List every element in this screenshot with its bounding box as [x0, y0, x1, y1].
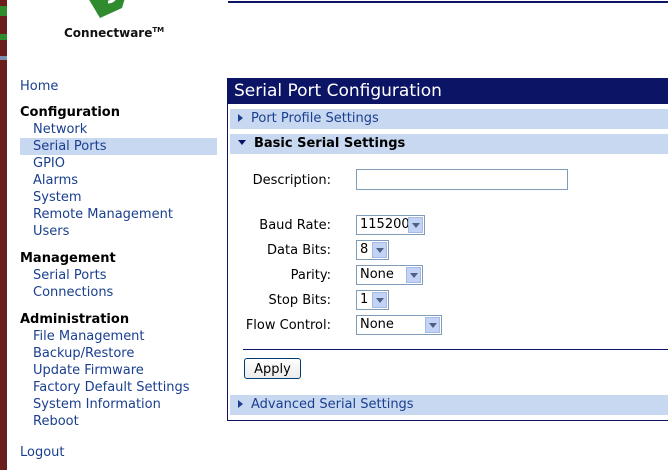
collapse-arrow-icon [238, 140, 246, 145]
chevron-down-icon [406, 267, 421, 283]
chevron-down-icon [408, 217, 423, 233]
nav-item-connections[interactable]: Connections [20, 284, 220, 301]
left-edge-strip [0, 0, 7, 470]
description-label: Description: [252, 173, 331, 188]
nav-item-factory-default[interactable]: Factory Default Settings [20, 379, 220, 396]
expand-arrow-icon [238, 400, 243, 408]
nav-item-file-management[interactable]: File Management [20, 328, 220, 345]
section-basic-serial[interactable]: Basic Serial Settings [230, 134, 668, 154]
flow-control-select[interactable]: None [356, 315, 442, 335]
nav-item-backup-restore[interactable]: Backup/Restore [20, 345, 220, 362]
strip-accent [0, 6, 7, 16]
strip-accent [0, 56, 7, 60]
section-port-profile[interactable]: Port Profile Settings [230, 109, 668, 129]
section-advanced-serial[interactable]: Advanced Serial Settings [230, 395, 668, 415]
expand-arrow-icon [238, 114, 243, 122]
strip-accent [0, 34, 7, 40]
nav-logout[interactable]: Logout [20, 444, 220, 461]
form-divider [243, 349, 668, 350]
brand-name: ConnectwareTM [64, 26, 165, 40]
nav-item-system[interactable]: System [20, 189, 220, 206]
sidebar-nav: Home Configuration Network Serial Ports … [20, 78, 220, 461]
nav-home[interactable]: Home [20, 78, 220, 95]
nav-item-alarms[interactable]: Alarms [20, 172, 220, 189]
chevron-down-icon [372, 292, 387, 308]
nav-group-administration: Administration [20, 312, 130, 327]
nav-item-users[interactable]: Users [20, 223, 220, 240]
flow-control-label: Flow Control: [245, 318, 331, 333]
parity-label: Parity: [290, 268, 331, 283]
baud-rate-select[interactable]: 115200 [356, 215, 425, 235]
nav-item-remote-management[interactable]: Remote Management [20, 206, 220, 223]
nav-item-system-information[interactable]: System Information [20, 396, 220, 413]
nav-item-mgmt-serial-ports[interactable]: Serial Ports [20, 267, 220, 284]
nav-item-update-firmware[interactable]: Update Firmware [20, 362, 220, 379]
chevron-down-icon [425, 317, 440, 333]
nav-item-gpio[interactable]: GPIO [20, 155, 220, 172]
description-input[interactable] [356, 169, 568, 190]
apply-button[interactable]: Apply [244, 358, 301, 379]
logo: ConnectwareTM [60, 0, 180, 50]
data-bits-select[interactable]: 8 [356, 240, 389, 260]
nav-group-configuration: Configuration [20, 105, 120, 120]
digi-logo-icon [89, 0, 125, 18]
parity-select[interactable]: None [356, 265, 423, 285]
nav-group-management: Management [20, 251, 116, 266]
top-rule [228, 1, 668, 3]
panel-title: Serial Port Configuration [228, 78, 668, 104]
data-bits-label: Data Bits: [267, 243, 331, 258]
chevron-down-icon [372, 242, 387, 258]
nav-item-reboot[interactable]: Reboot [20, 413, 220, 430]
nav-item-network[interactable]: Network [20, 121, 220, 138]
stop-bits-select[interactable]: 1 [356, 290, 389, 310]
stop-bits-label: Stop Bits: [268, 293, 331, 308]
nav-item-serial-ports[interactable]: Serial Ports [20, 138, 217, 155]
baud-rate-label: Baud Rate: [259, 218, 331, 233]
